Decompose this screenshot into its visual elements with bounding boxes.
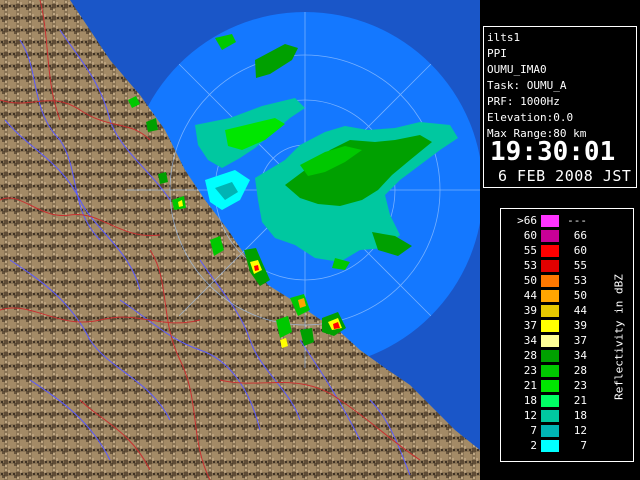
legend-high-value: 39 bbox=[573, 319, 587, 332]
legend-low-value: 55 bbox=[523, 244, 537, 257]
legend-high-value: 7 bbox=[580, 439, 587, 452]
legend-row: 39 44 bbox=[501, 305, 601, 317]
legend-row: 60 66 bbox=[501, 230, 601, 242]
station-name: ilts1 bbox=[487, 31, 521, 44]
radar-map bbox=[0, 0, 480, 480]
legend-row: 21 23 bbox=[501, 380, 601, 392]
info-panel: ilts1 PPI OUMU_IMA0 Task: OUMU_A PRF: 10… bbox=[480, 0, 640, 480]
legend-row: >66 --- bbox=[501, 215, 601, 227]
legend-row: 37 39 bbox=[501, 320, 601, 332]
legend-color-swatch bbox=[541, 215, 559, 227]
reflectivity-legend: >66 --- 60 66 55 60 53 55 50 53 44 50 39 44 37 39 34 37 28… bbox=[500, 208, 634, 462]
legend-low-value: 28 bbox=[523, 349, 537, 362]
legend-low-value: 7 bbox=[530, 424, 537, 437]
legend-row: 27 bbox=[501, 440, 601, 452]
observation-time: 19:30:01 bbox=[490, 137, 616, 167]
legend-title: Reflectivity in dBZ bbox=[612, 274, 626, 400]
legend-color-swatch bbox=[541, 260, 559, 272]
legend-low-value: 60 bbox=[523, 229, 537, 242]
legend-low-value: 18 bbox=[523, 394, 537, 407]
legend-color-swatch bbox=[541, 380, 559, 392]
legend-high-value: 53 bbox=[573, 274, 587, 287]
legend-low-value: 23 bbox=[523, 364, 537, 377]
legend-color-swatch bbox=[541, 230, 559, 242]
legend-high-value: 55 bbox=[573, 259, 587, 272]
elevation-value: Elevation:0.0 bbox=[487, 111, 574, 124]
legend-row: 23 28 bbox=[501, 365, 601, 377]
legend-color-swatch bbox=[541, 425, 559, 437]
legend-color-swatch bbox=[541, 410, 559, 422]
legend-high-value: 28 bbox=[573, 364, 587, 377]
legend-low-value: >66 bbox=[517, 214, 537, 227]
legend-row: 12 18 bbox=[501, 410, 601, 422]
legend-row: 53 55 bbox=[501, 260, 601, 272]
legend-high-value: 18 bbox=[573, 409, 587, 422]
legend-row: 7 12 bbox=[501, 425, 601, 437]
legend-row: 50 53 bbox=[501, 275, 601, 287]
legend-low-value: 37 bbox=[523, 319, 537, 332]
legend-row: 18 21 bbox=[501, 395, 601, 407]
legend-color-swatch bbox=[541, 305, 559, 317]
legend-high-value: 50 bbox=[573, 289, 587, 302]
legend-color-swatch bbox=[541, 275, 559, 287]
legend-low-value: 39 bbox=[523, 304, 537, 317]
legend-color-swatch bbox=[541, 395, 559, 407]
legend-row: 55 60 bbox=[501, 245, 601, 257]
legend-low-value: 12 bbox=[523, 409, 537, 422]
legend-color-swatch bbox=[541, 320, 559, 332]
product-type: PPI bbox=[487, 47, 507, 60]
prf-value: PRF: 1000Hz bbox=[487, 95, 560, 108]
legend-high-value: 23 bbox=[573, 379, 587, 392]
radar-info-box: ilts1 PPI OUMU_IMA0 Task: OUMU_A PRF: 10… bbox=[483, 26, 637, 188]
legend-high-value: 34 bbox=[573, 349, 587, 362]
legend-color-swatch bbox=[541, 440, 559, 452]
legend-high-value: 60 bbox=[573, 244, 587, 257]
legend-high-value: 12 bbox=[573, 424, 587, 437]
legend-color-swatch bbox=[541, 335, 559, 347]
legend-color-swatch bbox=[541, 290, 559, 302]
legend-row: 28 34 bbox=[501, 350, 601, 362]
observation-date: 6 FEB 2008 JST bbox=[498, 167, 632, 185]
legend-low-value: 2 bbox=[530, 439, 537, 452]
task-name: Task: OUMU_A bbox=[487, 79, 567, 92]
site-id: OUMU_IMA0 bbox=[487, 63, 547, 76]
legend-low-value: 21 bbox=[523, 379, 537, 392]
legend-low-value: 53 bbox=[523, 259, 537, 272]
legend-low-value: 50 bbox=[523, 274, 537, 287]
radar-ppi-display bbox=[0, 0, 480, 480]
legend-color-swatch bbox=[541, 245, 559, 257]
legend-low-value: 44 bbox=[523, 289, 537, 302]
legend-row: 44 50 bbox=[501, 290, 601, 302]
legend-high-value: 21 bbox=[573, 394, 587, 407]
legend-high-value: 44 bbox=[573, 304, 587, 317]
legend-row: 34 37 bbox=[501, 335, 601, 347]
legend-color-swatch bbox=[541, 350, 559, 362]
legend-high-value: --- bbox=[567, 214, 587, 227]
legend-high-value: 37 bbox=[573, 334, 587, 347]
legend-low-value: 34 bbox=[523, 334, 537, 347]
legend-color-swatch bbox=[541, 365, 559, 377]
legend-high-value: 66 bbox=[573, 229, 587, 242]
